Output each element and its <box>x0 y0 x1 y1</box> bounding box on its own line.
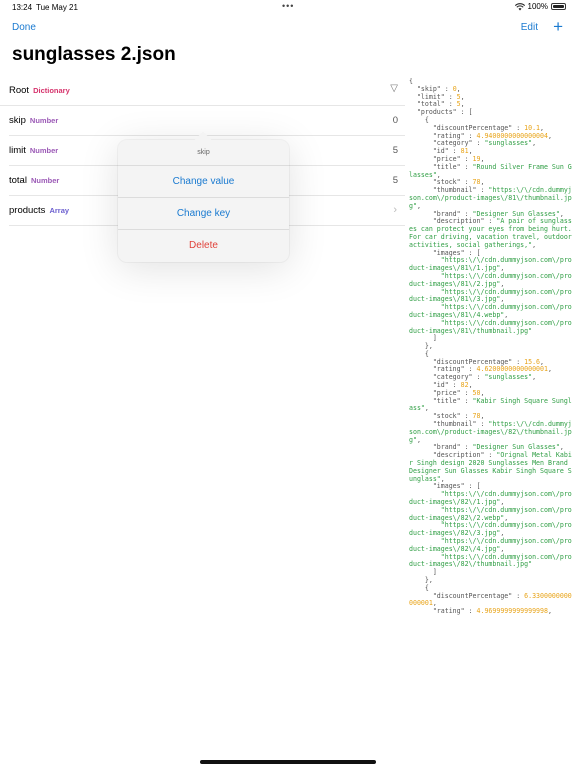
status-time: 13:24 <box>12 3 33 12</box>
battery-icon <box>551 3 566 10</box>
type-badge: Number <box>29 146 59 155</box>
home-indicator[interactable] <box>200 760 376 764</box>
type-badge: Number <box>30 176 60 185</box>
context-menu: skip Change value Change key Delete <box>118 140 289 262</box>
value-label: 0 <box>392 115 398 126</box>
done-button[interactable]: Done <box>12 22 36 33</box>
key-label: products <box>9 205 46 216</box>
plus-icon[interactable]: + <box>553 17 563 37</box>
json-number: 4.9699999999999998 <box>476 607 548 616</box>
tree-row-root[interactable]: Root Dictionary ▽ <box>0 76 405 106</box>
filter-icon[interactable]: ▽ <box>390 83 398 94</box>
wifi-icon <box>514 2 525 10</box>
json-punctuation: ] }, { "discountPercentage" : <box>424 568 521 600</box>
json-string: "sunglasses" <box>484 139 533 148</box>
json-number: 4.6200000000000001 <box>476 365 548 374</box>
json-punctuation: , <box>547 607 552 616</box>
status-right: 100% <box>514 2 566 11</box>
edit-button[interactable]: Edit <box>521 22 538 33</box>
change-key-button[interactable]: Change key <box>118 198 289 230</box>
key-label: Root <box>9 85 30 96</box>
json-number: 82 <box>460 381 469 390</box>
tree-row-skip[interactable]: skip Number 0 <box>9 106 405 136</box>
change-value-button[interactable]: Change value <box>118 166 289 198</box>
type-badge: Array <box>49 206 70 215</box>
json-preview: { "skip" : 0, "limit" : 5, "total" : 5, … <box>409 78 574 768</box>
key-label: limit <box>9 145 26 156</box>
json-number: 4.9400000000000004 <box>476 131 548 140</box>
type-badge: Number <box>29 116 59 125</box>
json-string: "Designer Sun Glasses" <box>472 443 560 452</box>
type-badge: Dictionary <box>33 86 70 95</box>
json-number: 10.1 <box>524 123 541 132</box>
json-number: 15.6 <box>524 357 541 366</box>
key-label: total <box>9 175 27 186</box>
json-number: 81 <box>460 147 469 156</box>
json-string: "Designer Sun Glasses" <box>472 209 560 218</box>
multitasking-dots-icon[interactable]: ••• <box>282 1 294 11</box>
status-bar: 13:24 Tue May 21 ••• 100% <box>0 0 576 14</box>
battery-percent: 100% <box>527 2 548 11</box>
json-punctuation: , "brand" : <box>416 201 469 218</box>
context-menu-title: skip <box>118 140 289 166</box>
value-label: 5 <box>392 175 398 186</box>
json-string: "sunglasses" <box>484 373 533 382</box>
json-punctuation: ] }, { "discountPercentage" : <box>424 334 521 366</box>
json-punctuation: { "skip" : <box>409 78 449 93</box>
key-label: skip <box>9 115 26 126</box>
json-punctuation: , "brand" : <box>416 435 469 452</box>
status-date: Tue May 21 <box>36 3 78 12</box>
value-label: 5 <box>392 145 398 156</box>
delete-button[interactable]: Delete <box>118 230 289 261</box>
chevron-right-icon: › <box>393 204 397 216</box>
page-title: sunglasses 2.json <box>12 44 176 65</box>
